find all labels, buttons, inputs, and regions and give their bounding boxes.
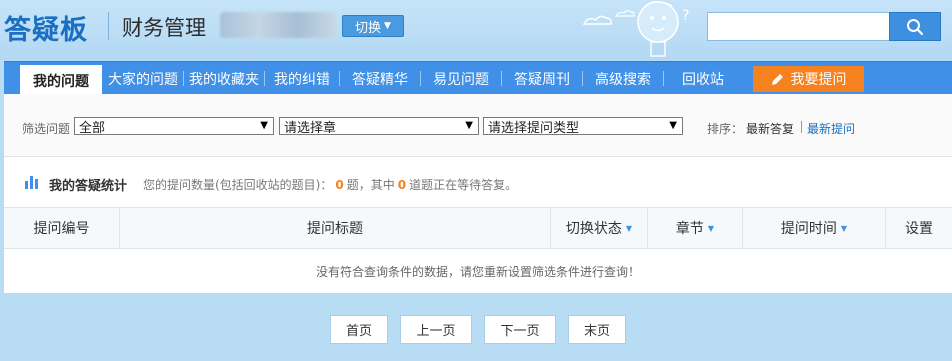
mascot-illustration: ? bbox=[582, 1, 689, 57]
nav-divider bbox=[663, 71, 664, 86]
nav-divider bbox=[420, 71, 421, 86]
pending-question-count: 0 bbox=[397, 178, 407, 192]
sort-latest-question-link[interactable]: 最新提问 bbox=[807, 120, 855, 137]
tab-highlights[interactable]: 答疑精华 bbox=[341, 62, 419, 95]
sort-divider bbox=[801, 121, 802, 133]
tab-everyone-questions[interactable]: 大家的问题 bbox=[104, 62, 182, 95]
search-icon bbox=[907, 18, 924, 35]
column-header-settings: 设置 bbox=[886, 208, 952, 248]
prev-page-button[interactable]: 上一页 bbox=[400, 315, 472, 344]
column-header-title: 提问标题 bbox=[120, 208, 550, 248]
column-header-label: 章节 bbox=[675, 221, 704, 237]
switch-label: 切换 bbox=[355, 20, 382, 36]
question-type-value: 请选择提问类型 bbox=[488, 120, 580, 136]
column-header-time[interactable]: 提问时间 ▼ bbox=[743, 208, 885, 248]
stats-suffix: 道题正在等待答复。 bbox=[409, 178, 518, 192]
column-header-status[interactable]: 切换状态 ▼ bbox=[551, 208, 647, 248]
search-button[interactable] bbox=[889, 12, 941, 41]
last-page-button[interactable]: 末页 bbox=[568, 315, 626, 344]
caret-down-icon: ▼ bbox=[669, 120, 677, 131]
main-content: 筛选问题 全部 ▼ 请选择章 ▼ 请选择提问类型 ▼ 排序： 最新答复 最新提问… bbox=[4, 94, 952, 293]
course-title: 财务管理 bbox=[122, 16, 206, 40]
filter-all-value: 全部 bbox=[79, 120, 106, 136]
total-question-count: 0 bbox=[335, 178, 344, 192]
nav-divider bbox=[183, 71, 184, 86]
caret-down-icon: ▼ bbox=[260, 120, 268, 131]
header: 答疑板 财务管理 切换 ▼ ? bbox=[0, 0, 952, 60]
tab-recycle-bin[interactable]: 回收站 bbox=[665, 62, 741, 95]
filter-label: 筛选问题 bbox=[22, 122, 71, 136]
tab-advanced-search[interactable]: 高级搜索 bbox=[584, 62, 662, 95]
caret-down-icon: ▼ bbox=[625, 223, 633, 233]
stats-middle: 题，其中 bbox=[346, 178, 395, 192]
chapter-select-value: 请选择章 bbox=[284, 120, 337, 136]
pencil-icon bbox=[771, 73, 783, 85]
nav-divider bbox=[264, 71, 265, 86]
column-header-label: 提问编号 bbox=[33, 221, 90, 237]
column-header-label: 设置 bbox=[905, 221, 933, 237]
next-page-button[interactable]: 下一页 bbox=[484, 315, 556, 344]
empty-message: 没有符合查询条件的数据，请您重新设置筛选条件进行查询！ bbox=[315, 264, 640, 279]
tab-favorites[interactable]: 我的收藏夹 bbox=[185, 62, 263, 95]
sort-latest-reply-link[interactable]: 最新答复 bbox=[746, 120, 794, 137]
caret-down-icon: ▼ bbox=[465, 120, 473, 131]
column-header-label: 提问标题 bbox=[307, 221, 363, 237]
filter-all-select[interactable]: 全部 ▼ bbox=[74, 117, 274, 136]
column-header-chapter[interactable]: 章节 ▼ bbox=[648, 208, 742, 248]
caret-down-icon: ▼ bbox=[840, 223, 848, 233]
ask-question-button[interactable]: 我要提问 bbox=[753, 66, 864, 92]
column-header-id: 提问编号 bbox=[4, 208, 119, 248]
search-input[interactable] bbox=[707, 12, 889, 41]
caret-down-icon: ▼ bbox=[384, 21, 391, 31]
redacted-course-name bbox=[220, 12, 336, 38]
logo: 答疑板 bbox=[4, 15, 88, 46]
stats-summary: 您的提问数量(包括回收站的题目)： 0 题，其中 0 道题正在等待答复。 bbox=[143, 176, 517, 193]
nav-divider bbox=[339, 71, 340, 86]
main-nav: 我的问题 大家的问题 我的收藏夹 我的纠错 答疑精华 易见问题 答疑周刊 高级搜… bbox=[4, 61, 952, 96]
filter-bar: 筛选问题 全部 ▼ 请选择章 ▼ 请选择提问类型 ▼ 排序： 最新答复 最新提问 bbox=[4, 94, 952, 157]
svg-text:?: ? bbox=[682, 8, 689, 24]
question-type-select[interactable]: 请选择提问类型 ▼ bbox=[483, 117, 683, 136]
nav-divider bbox=[582, 71, 583, 86]
sort-label: 排序： bbox=[707, 122, 744, 136]
nav-divider bbox=[501, 71, 502, 86]
first-page-button[interactable]: 首页 bbox=[330, 315, 388, 344]
table-header: 提问编号 提问标题 切换状态 ▼ 章节 ▼ 提问时间 ▼ 设置 bbox=[4, 207, 952, 249]
header-divider bbox=[108, 12, 109, 40]
stats-title: 我的答疑统计 bbox=[49, 179, 128, 194]
caret-down-icon: ▼ bbox=[707, 223, 715, 233]
tab-common-questions[interactable]: 易见问题 bbox=[422, 62, 500, 95]
column-header-label: 提问时间 bbox=[780, 221, 837, 237]
ask-question-label: 我要提问 bbox=[790, 72, 847, 88]
tab-my-questions[interactable]: 我的问题 bbox=[20, 65, 102, 96]
chapter-select[interactable]: 请选择章 ▼ bbox=[279, 117, 479, 136]
tab-corrections[interactable]: 我的纠错 bbox=[266, 62, 338, 95]
switch-course-button[interactable]: 切换 ▼ bbox=[342, 15, 404, 37]
stats-row: 我的答疑统计 您的提问数量(包括回收站的题目)： 0 题，其中 0 道题正在等待答复。 bbox=[4, 158, 952, 207]
stats-prefix: 您的提问数量(包括回收站的题目)： bbox=[143, 178, 333, 192]
tab-weekly[interactable]: 答疑周刊 bbox=[503, 62, 581, 95]
bar-chart-icon bbox=[25, 176, 38, 189]
column-header-label: 切换状态 bbox=[565, 221, 622, 237]
